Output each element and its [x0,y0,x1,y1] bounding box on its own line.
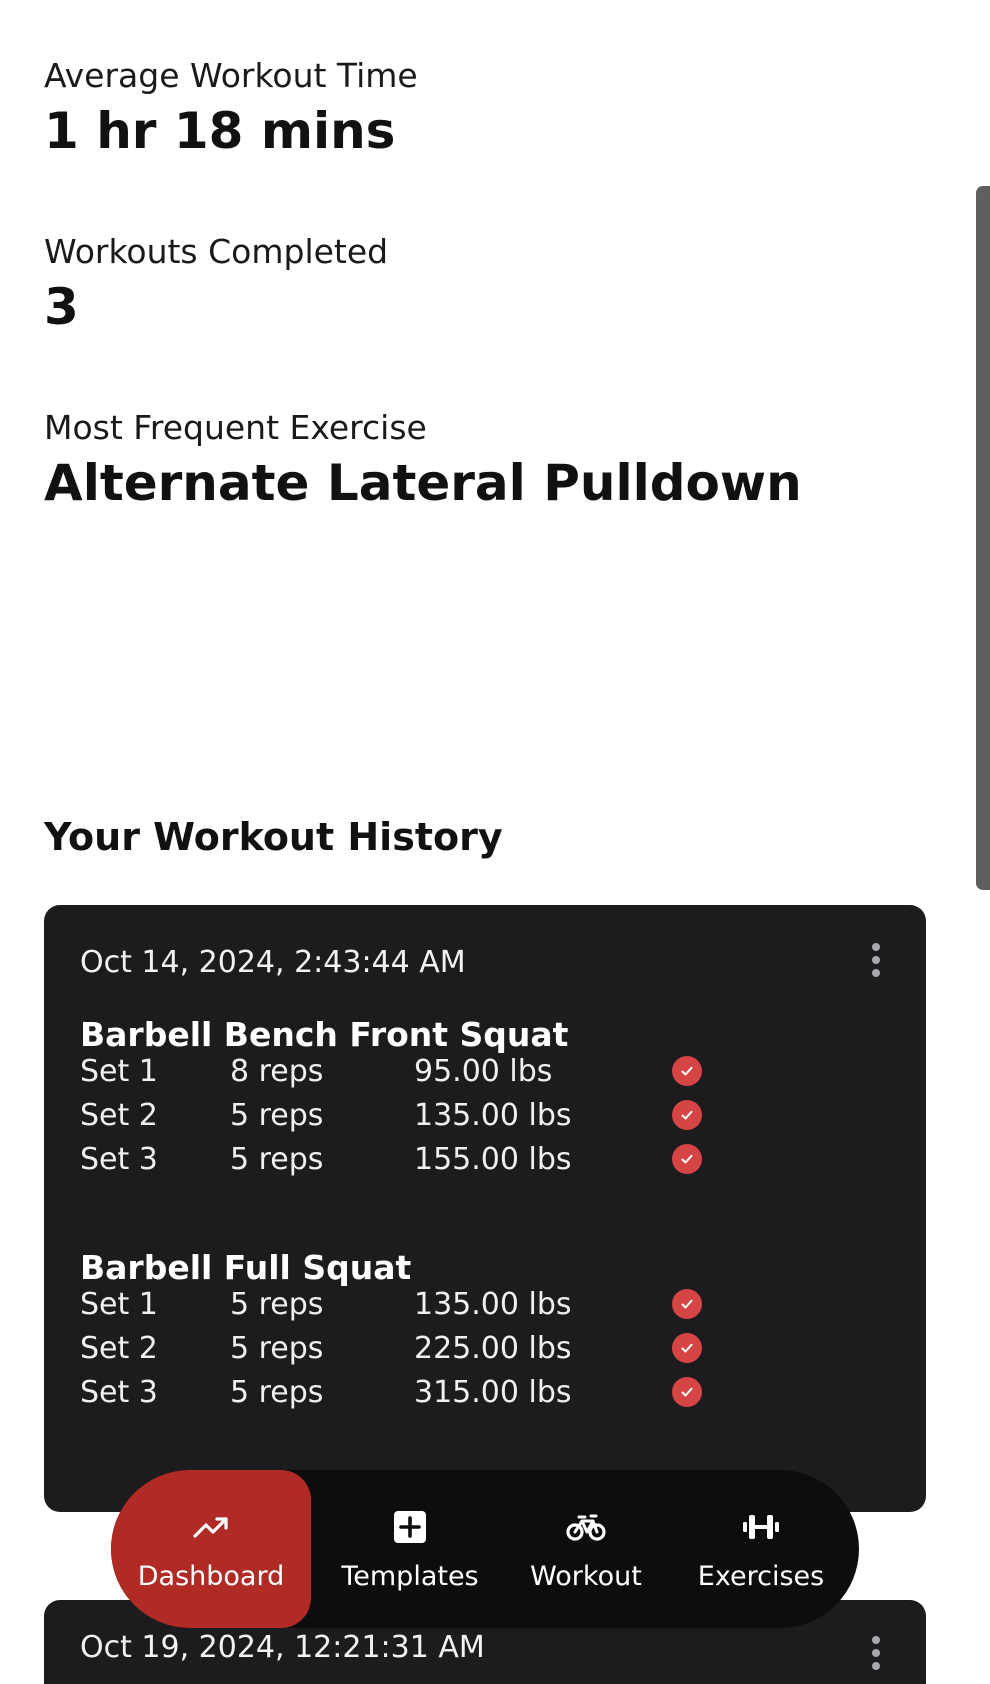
workout-date: Oct 19, 2024, 12:21:31 AM [80,1630,485,1665]
exercise-block: Barbell Full Squat Set 1 5 reps 135.00 l… [80,1248,880,1419]
nav-item-exercises[interactable]: Exercises [677,1470,845,1628]
dashboard-page: Average Workout Time 1 hr 18 mins Workou… [0,0,990,1684]
bicycle-icon [566,1514,606,1541]
set-weight: 225.00 lbs [414,1331,572,1366]
workout-card[interactable]: Oct 14, 2024, 2:43:44 AM Barbell Bench F… [44,905,926,1512]
set-reps: 5 reps [230,1142,324,1177]
stat-value: 1 hr 18 mins [44,102,396,161]
set-reps: 5 reps [230,1287,324,1322]
scrollbar[interactable] [976,186,990,890]
nav-label: Dashboard [137,1560,285,1592]
nav-item-dashboard[interactable]: Dashboard [111,1470,311,1628]
set-row: Set 3 5 reps 155.00 lbs [80,1142,880,1186]
exercise-block: Barbell Bench Front Squat Set 1 8 reps 9… [80,1015,880,1186]
set-number: Set 2 [80,1331,158,1366]
set-number: Set 3 [80,1375,158,1410]
set-weight: 95.00 lbs [414,1054,553,1089]
set-reps: 5 reps [230,1098,324,1133]
set-weight: 315.00 lbs [414,1375,572,1410]
stat-label: Most Frequent Exercise [44,408,427,447]
plus-square-icon [394,1510,426,1543]
check-circle-icon [672,1100,702,1130]
dumbbell-icon [743,1514,779,1539]
set-number: Set 1 [80,1287,158,1322]
nav-item-workout[interactable]: Workout [511,1470,661,1628]
workout-history-title: Your Workout History [44,815,503,859]
set-number: Set 3 [80,1142,158,1177]
stat-most-frequent-exercise: Most Frequent Exercise Alternate Lateral… [44,408,802,513]
set-number: Set 2 [80,1098,158,1133]
set-reps: 5 reps [230,1331,324,1366]
stat-label: Workouts Completed [44,232,389,271]
exercise-name: Barbell Bench Front Squat [80,1015,569,1054]
set-reps: 8 reps [230,1054,324,1089]
set-weight: 135.00 lbs [414,1287,572,1322]
more-options-icon[interactable] [868,943,884,977]
nav-label: Exercises [697,1560,825,1592]
stat-value: 3 [44,278,79,337]
stat-label: Average Workout Time [44,56,418,95]
set-row: Set 3 5 reps 315.00 lbs [80,1375,880,1419]
nav-label: Templates [341,1560,479,1592]
exercise-name: Barbell Full Squat [80,1248,412,1287]
stat-average-workout-time: Average Workout Time 1 hr 18 mins [44,56,418,161]
set-row: Set 1 8 reps 95.00 lbs [80,1054,880,1098]
check-circle-icon [672,1056,702,1086]
nav-item-templates[interactable]: Templates [325,1470,495,1628]
check-circle-icon [672,1377,702,1407]
workout-date: Oct 14, 2024, 2:43:44 AM [80,945,466,980]
check-circle-icon [672,1144,702,1174]
set-number: Set 1 [80,1054,158,1089]
more-options-icon[interactable] [868,1636,884,1670]
stat-value: Alternate Lateral Pulldown [44,454,802,513]
set-row: Set 2 5 reps 135.00 lbs [80,1098,880,1142]
set-row: Set 1 5 reps 135.00 lbs [80,1287,880,1331]
bottom-navigation: Dashboard Templates Workout Exercises [111,1470,859,1628]
set-weight: 135.00 lbs [414,1098,572,1133]
check-circle-icon [672,1333,702,1363]
set-weight: 155.00 lbs [414,1142,572,1177]
nav-label: Workout [530,1560,642,1592]
set-row: Set 2 5 reps 225.00 lbs [80,1331,880,1375]
check-circle-icon [672,1289,702,1319]
trending-up-icon [193,1516,228,1538]
set-reps: 5 reps [230,1375,324,1410]
stat-workouts-completed: Workouts Completed 3 [44,232,389,337]
